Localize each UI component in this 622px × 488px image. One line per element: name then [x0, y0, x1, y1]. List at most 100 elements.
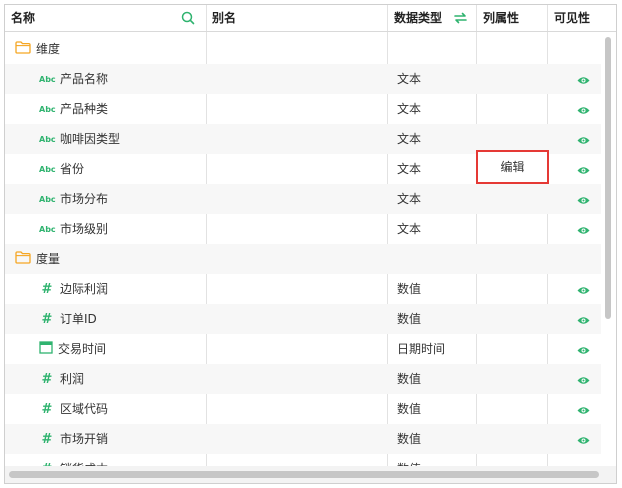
eye-icon[interactable]: [577, 434, 590, 448]
eye-icon[interactable]: [577, 344, 590, 358]
table-row[interactable]: # 市场开销 数值: [5, 424, 601, 454]
field-name-label: 咖啡因类型: [60, 132, 121, 146]
header-colprop: 列属性: [477, 5, 547, 31]
field-name-label: 区域代码: [60, 402, 109, 416]
eye-icon[interactable]: [577, 404, 590, 418]
name-cell: Abc 市场级别: [39, 214, 108, 244]
field-name-label: 利润: [60, 372, 85, 386]
column-divider: [476, 5, 477, 31]
abc-icon: Abc: [39, 224, 56, 234]
header-datatype-label: 数据类型: [394, 11, 443, 25]
name-cell: 度量: [15, 244, 60, 274]
table-row[interactable]: Abc 省份 文本 编辑: [5, 150, 601, 184]
name-cell: Abc 咖啡因类型: [39, 124, 120, 154]
alias-cell[interactable]: [207, 394, 387, 424]
table-row[interactable]: # 边际利润 数值: [5, 274, 601, 304]
abc-icon: Abc: [39, 74, 56, 84]
field-name-label: 交易时间: [58, 342, 107, 356]
table-body: 维度 Abc 产品名称 文本 Abc 产品种类 文本 Abc 咖啡因类型 文本 Abc 省份 文本 编辑 A…: [5, 32, 616, 466]
alias-cell[interactable]: [207, 274, 387, 304]
alias-cell[interactable]: [207, 214, 387, 244]
edit-button[interactable]: 编辑: [476, 150, 549, 184]
alias-cell[interactable]: [207, 64, 387, 94]
table-row[interactable]: Abc 产品名称 文本: [5, 64, 601, 94]
header-name: 名称: [5, 5, 205, 31]
alias-cell[interactable]: [207, 124, 387, 154]
eye-icon[interactable]: [577, 314, 590, 328]
header-visible: 可见性: [548, 5, 608, 31]
eye-icon[interactable]: [577, 374, 590, 388]
hash-icon: #: [39, 455, 55, 467]
header-colprop-label: 列属性: [483, 11, 520, 25]
alias-cell[interactable]: [207, 94, 387, 124]
eye-icon[interactable]: [577, 164, 590, 178]
field-name-label: 度量: [36, 252, 61, 266]
table-row[interactable]: Abc 市场分布 文本: [5, 184, 601, 214]
table-row[interactable]: # 订单ID 数值: [5, 304, 601, 334]
eye-icon[interactable]: [577, 224, 590, 238]
table-row[interactable]: Abc 市场级别 文本: [5, 214, 601, 244]
search-icon[interactable]: [181, 11, 195, 28]
name-cell: #销货成本: [39, 454, 108, 467]
hash-icon: #: [41, 401, 53, 417]
folder-row[interactable]: 度量: [5, 244, 601, 274]
name-cell: Abc 市场分布: [39, 184, 108, 214]
datatype-cell: 文本: [397, 222, 422, 236]
datatype-cell: 数值: [397, 454, 421, 466]
name-cell: 交易时间: [39, 334, 106, 364]
datatype-cell: 文本: [397, 132, 422, 146]
table-row[interactable]: # 利润 数值: [5, 364, 601, 394]
abc-icon: Abc: [39, 164, 56, 174]
alias-cell[interactable]: [207, 454, 387, 466]
vertical-scrollbar[interactable]: [605, 37, 611, 319]
name-cell: # 区域代码: [39, 394, 108, 424]
datatype-cell: 文本: [397, 102, 422, 116]
name-cell: # 边际利润: [39, 274, 108, 304]
header-alias: 别名: [206, 5, 386, 31]
datatype-cell: 文本: [397, 192, 422, 206]
header-visible-label: 可见性: [554, 11, 591, 25]
eye-icon[interactable]: [577, 134, 590, 148]
eye-icon[interactable]: [577, 104, 590, 118]
header-name-label: 名称: [11, 11, 36, 25]
table-row[interactable]: #销货成本 数值: [5, 454, 601, 467]
eye-icon[interactable]: [577, 284, 590, 298]
horizontal-scrollbar[interactable]: [9, 471, 599, 478]
folder-row[interactable]: 维度: [5, 34, 601, 64]
datatype-cell: 数值: [397, 432, 422, 446]
abc-icon: Abc: [39, 104, 56, 114]
calendar-icon: [39, 335, 53, 365]
table-row[interactable]: 交易时间 日期时间: [5, 334, 601, 364]
name-cell: # 订单ID: [39, 304, 97, 334]
abc-icon: Abc: [39, 134, 56, 144]
datatype-cell: 数值: [397, 372, 422, 386]
alias-cell[interactable]: [207, 184, 387, 214]
alias-cell[interactable]: [207, 334, 387, 364]
datatype-cell: 数值: [397, 282, 422, 296]
name-cell: # 利润: [39, 364, 84, 394]
table-header: 名称 别名 数据类型 列属性 可见性: [5, 5, 616, 32]
datatype-cell: 数值: [397, 312, 422, 326]
hash-icon: #: [41, 281, 53, 297]
field-name-label: 省份: [60, 162, 85, 176]
alias-cell[interactable]: [207, 424, 387, 454]
alias-cell[interactable]: [207, 364, 387, 394]
field-name-label: 市场级别: [60, 222, 109, 236]
alias-cell[interactable]: [207, 154, 387, 184]
table-row[interactable]: Abc 产品种类 文本: [5, 94, 601, 124]
abc-icon: Abc: [39, 194, 56, 204]
header-alias-label: 别名: [212, 11, 237, 25]
field-name-label: 市场开销: [60, 432, 109, 446]
name-cell: Abc 省份: [39, 154, 84, 184]
eye-icon[interactable]: [577, 74, 590, 88]
datatype-cell: 文本: [397, 72, 422, 86]
swap-icon[interactable]: [453, 11, 468, 28]
field-name-label: 市场分布: [60, 192, 109, 206]
alias-cell[interactable]: [207, 304, 387, 334]
name-cell: # 市场开销: [39, 424, 108, 454]
name-cell: Abc 产品种类: [39, 94, 108, 124]
eye-icon[interactable]: [577, 194, 590, 208]
folder-icon: [15, 35, 31, 65]
table-row[interactable]: # 区域代码 数值: [5, 394, 601, 424]
hash-icon: #: [41, 311, 53, 327]
